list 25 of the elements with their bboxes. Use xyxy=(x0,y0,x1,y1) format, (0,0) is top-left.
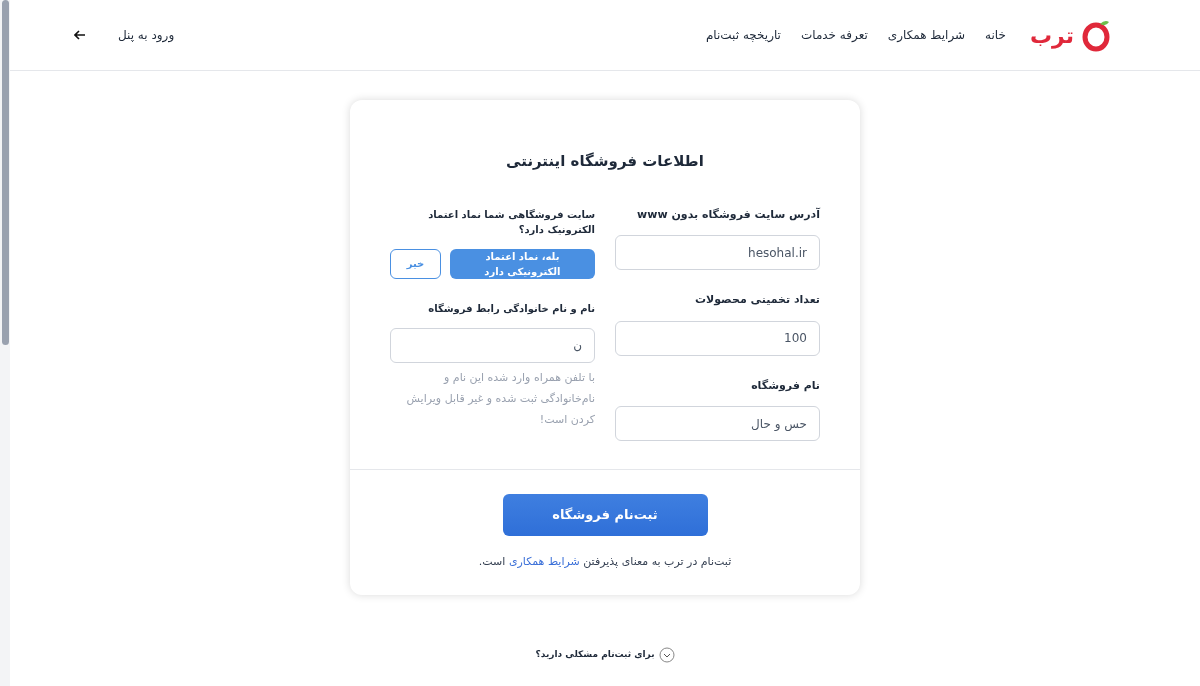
form-title: اطلاعات فروشگاه اینترنتی xyxy=(506,151,704,172)
hint-text: با تلفن همراه وارد شده این نام و نام‌خانوادگی ثبت شده و غیر قابل ویرایش کردن است! xyxy=(405,369,595,428)
field-label: تعداد تخمینی محصولات xyxy=(693,292,820,308)
nav-link[interactable]: شرایط همکاری xyxy=(887,26,966,44)
field-label: نام فروشگاه xyxy=(750,377,820,394)
chevron-down-icon xyxy=(658,646,675,663)
help-link[interactable]: برای ثبت‌نام مشکلی دارید؟ xyxy=(535,646,675,663)
login-link[interactable]: ورود به پنل xyxy=(74,26,175,44)
logo-text: ترب xyxy=(1029,21,1074,51)
terms-text: ثبت‌نام در ترب به معنای پذیرفتن شرایط همکاری است. xyxy=(478,554,732,570)
field-label: سایت فروشگاهی شما نماد اعتماد الکترونیک دارد؟ xyxy=(427,207,595,237)
input-field[interactable]: حس و حال xyxy=(615,406,820,441)
logo-icon xyxy=(1082,18,1112,52)
nav-link[interactable]: خانه xyxy=(985,26,1006,44)
field-label: نام و نام خانوادگی رابط فروشگاه xyxy=(427,301,595,316)
nav-link[interactable]: تاریخچه ثبت‌نام xyxy=(705,26,781,44)
input-field[interactable]: ن xyxy=(390,327,595,363)
field-label: آدرس سایت فروشگاه بدون www xyxy=(636,206,820,223)
input-field[interactable]: 100 xyxy=(615,320,820,356)
arrow-left-icon xyxy=(74,29,86,41)
nav-link[interactable]: تعرفه خدمات xyxy=(800,26,868,44)
scrollbar[interactable] xyxy=(0,0,10,686)
input-field[interactable]: hesohal.ir xyxy=(615,235,820,270)
submit-button[interactable]: ثبت‌نام فروشگاه xyxy=(502,494,708,536)
terms-link[interactable]: شرایط همکاری xyxy=(508,555,580,568)
